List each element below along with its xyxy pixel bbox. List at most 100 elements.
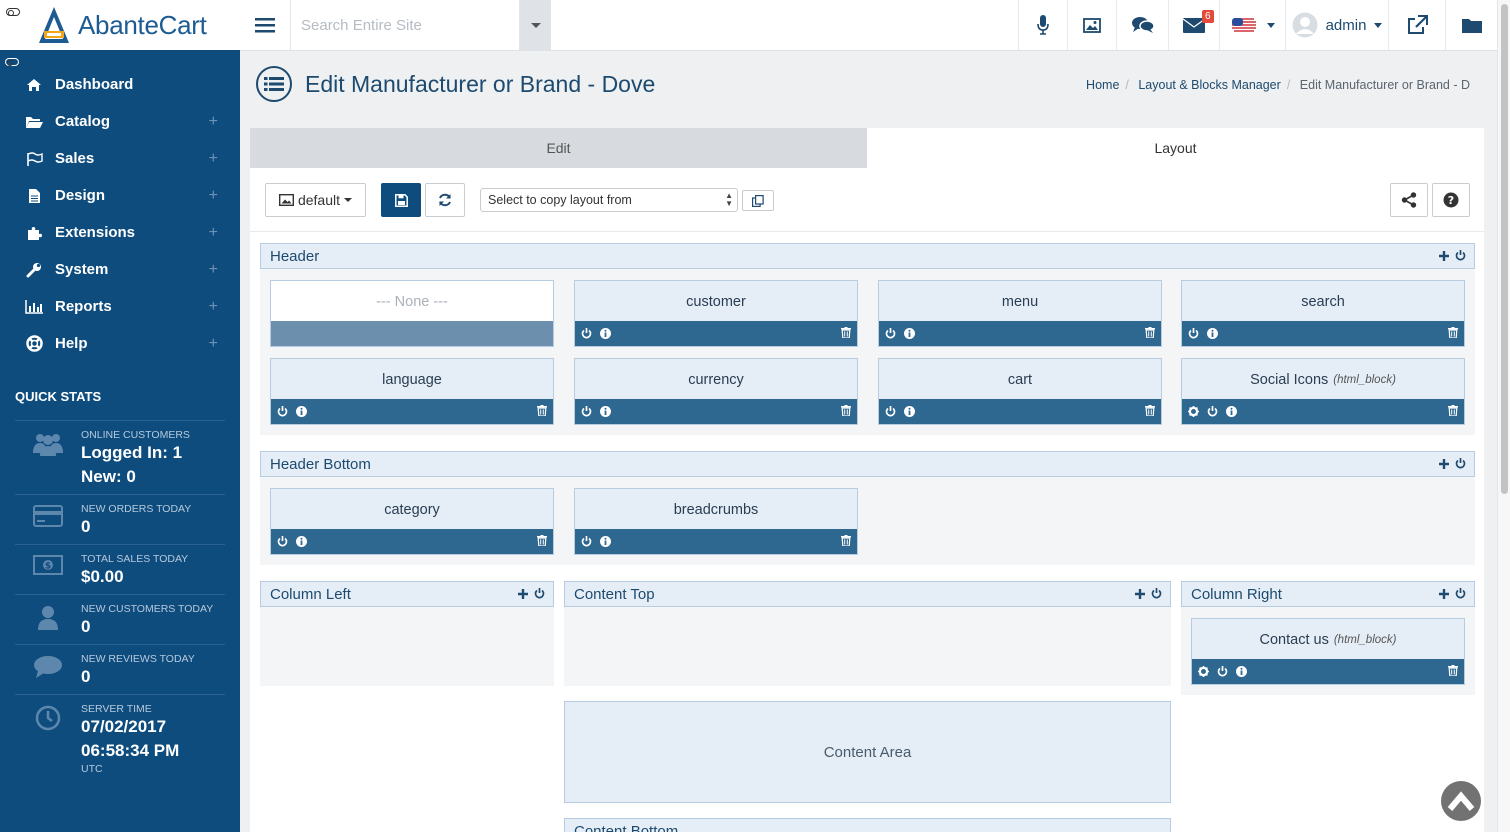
- menu-item-reports[interactable]: Reports +: [0, 288, 240, 325]
- expand-icon[interactable]: +: [209, 335, 218, 353]
- trash-icon[interactable]: [537, 535, 547, 546]
- info-icon[interactable]: [600, 536, 611, 547]
- stat-new-reviews[interactable]: NEW REVIEWS TODAY 0: [15, 645, 225, 695]
- info-icon[interactable]: [296, 536, 307, 547]
- open-storefront-button[interactable]: [1388, 0, 1445, 50]
- info-icon[interactable]: [600, 406, 611, 417]
- power-icon[interactable]: [1455, 458, 1466, 469]
- expand-icon[interactable]: +: [209, 261, 218, 279]
- trash-icon[interactable]: [1448, 665, 1458, 676]
- menu-item-design[interactable]: Design +: [0, 177, 240, 214]
- power-icon[interactable]: [1207, 406, 1218, 417]
- info-icon[interactable]: [904, 406, 915, 417]
- files-button[interactable]: [1445, 0, 1497, 50]
- scrollbar-thumb[interactable]: [1501, 4, 1508, 494]
- stat-new-orders[interactable]: NEW ORDERS TODAY 0: [15, 495, 225, 545]
- language-selector[interactable]: [1219, 0, 1285, 50]
- block-language[interactable]: language: [270, 358, 554, 425]
- block-menu[interactable]: menu: [878, 280, 1162, 347]
- info-icon[interactable]: [296, 406, 307, 417]
- stat-total-sales[interactable]: $ TOTAL SALES TODAY $0.00: [15, 545, 225, 595]
- search-input[interactable]: Search Entire Site: [291, 0, 520, 50]
- stat-new-customers[interactable]: NEW CUSTOMERS TODAY 0: [15, 595, 225, 645]
- info-icon[interactable]: [1236, 666, 1247, 677]
- tab-edit[interactable]: Edit: [250, 128, 867, 168]
- expand-icon[interactable]: +: [209, 113, 218, 131]
- block-customer[interactable]: customer: [574, 280, 858, 347]
- tab-layout[interactable]: Layout: [867, 128, 1484, 168]
- copy-layout-select[interactable]: Select to copy layout from ▲ ▼: [480, 188, 738, 212]
- menu-item-extensions[interactable]: Extensions +: [0, 214, 240, 251]
- add-block-icon[interactable]: [518, 588, 528, 599]
- collapse-toggle-icon[interactable]: [5, 58, 19, 66]
- add-block-icon[interactable]: [1135, 588, 1145, 599]
- power-icon[interactable]: [1151, 588, 1162, 599]
- hamburger-icon[interactable]: [240, 0, 291, 50]
- add-block-icon[interactable]: [1439, 250, 1449, 261]
- reset-button[interactable]: [425, 183, 465, 217]
- add-block-icon[interactable]: [1439, 588, 1449, 599]
- expand-icon[interactable]: +: [209, 187, 218, 205]
- info-icon[interactable]: [1207, 328, 1218, 339]
- power-icon[interactable]: [277, 406, 288, 417]
- gear-icon[interactable]: [1198, 666, 1209, 677]
- block-currency[interactable]: currency: [574, 358, 858, 425]
- power-icon[interactable]: [885, 328, 896, 339]
- media-button[interactable]: [1067, 0, 1116, 50]
- expand-icon[interactable]: +: [209, 150, 218, 168]
- power-icon[interactable]: [581, 536, 592, 547]
- trash-icon[interactable]: [1448, 327, 1458, 338]
- search-dropdown-toggle[interactable]: [520, 0, 551, 50]
- power-icon[interactable]: [1455, 588, 1466, 599]
- block-empty-slot[interactable]: --- None ---: [270, 280, 554, 347]
- block-social-icons[interactable]: Social Icons (html_block): [1181, 358, 1465, 425]
- menu-item-system[interactable]: System +: [0, 251, 240, 288]
- trash-icon[interactable]: [1448, 405, 1458, 416]
- power-icon[interactable]: [885, 406, 896, 417]
- add-block-icon[interactable]: [1439, 458, 1449, 469]
- block-search[interactable]: search: [1181, 280, 1465, 347]
- voice-search-button[interactable]: [1018, 0, 1067, 50]
- menu-item-help[interactable]: Help +: [0, 325, 240, 362]
- breadcrumb-layout-manager[interactable]: Layout & Blocks Manager: [1138, 78, 1280, 92]
- block-category[interactable]: category: [270, 488, 554, 555]
- gear-icon[interactable]: [1188, 406, 1199, 417]
- power-icon[interactable]: [581, 328, 592, 339]
- menu-item-catalog[interactable]: Catalog +: [0, 103, 240, 140]
- user-menu[interactable]: admin: [1285, 0, 1388, 50]
- scroll-to-top-button[interactable]: [1441, 781, 1481, 821]
- logo[interactable]: AbanteCart: [0, 0, 240, 50]
- chat-button[interactable]: [1116, 0, 1168, 50]
- block-cart[interactable]: cart: [878, 358, 1162, 425]
- trash-icon[interactable]: [841, 405, 851, 416]
- save-button[interactable]: [381, 183, 421, 217]
- share-button[interactable]: [1390, 183, 1428, 217]
- block-breadcrumbs[interactable]: breadcrumbs: [574, 488, 858, 555]
- trash-icon[interactable]: [841, 535, 851, 546]
- messages-button[interactable]: 6: [1168, 0, 1219, 50]
- power-icon[interactable]: [581, 406, 592, 417]
- menu-item-dashboard[interactable]: Dashboard: [0, 66, 240, 103]
- power-icon[interactable]: [1188, 328, 1199, 339]
- menu-item-sales[interactable]: Sales +: [0, 140, 240, 177]
- power-icon[interactable]: [1217, 666, 1228, 677]
- trash-icon[interactable]: [1145, 405, 1155, 416]
- power-icon[interactable]: [534, 588, 545, 599]
- trash-icon[interactable]: [537, 405, 547, 416]
- sidebar-toggle-icon[interactable]: [6, 8, 20, 16]
- info-icon[interactable]: [600, 328, 611, 339]
- power-icon[interactable]: [277, 536, 288, 547]
- page-scrollbar[interactable]: [1497, 0, 1510, 832]
- help-button[interactable]: ?: [1432, 183, 1470, 217]
- power-icon[interactable]: [1455, 250, 1466, 261]
- block-contact-us[interactable]: Contact us (html_block): [1191, 618, 1465, 685]
- breadcrumb-home[interactable]: Home: [1086, 78, 1119, 92]
- trash-icon[interactable]: [1145, 327, 1155, 338]
- copy-layout-button[interactable]: [742, 190, 774, 211]
- expand-icon[interactable]: +: [209, 224, 218, 242]
- stat-online-customers[interactable]: ONLINE CUSTOMERS Logged In: 1 New: 0: [15, 421, 225, 495]
- template-selector[interactable]: default: [265, 183, 366, 217]
- info-icon[interactable]: [904, 328, 915, 339]
- expand-icon[interactable]: +: [209, 298, 218, 316]
- trash-icon[interactable]: [841, 327, 851, 338]
